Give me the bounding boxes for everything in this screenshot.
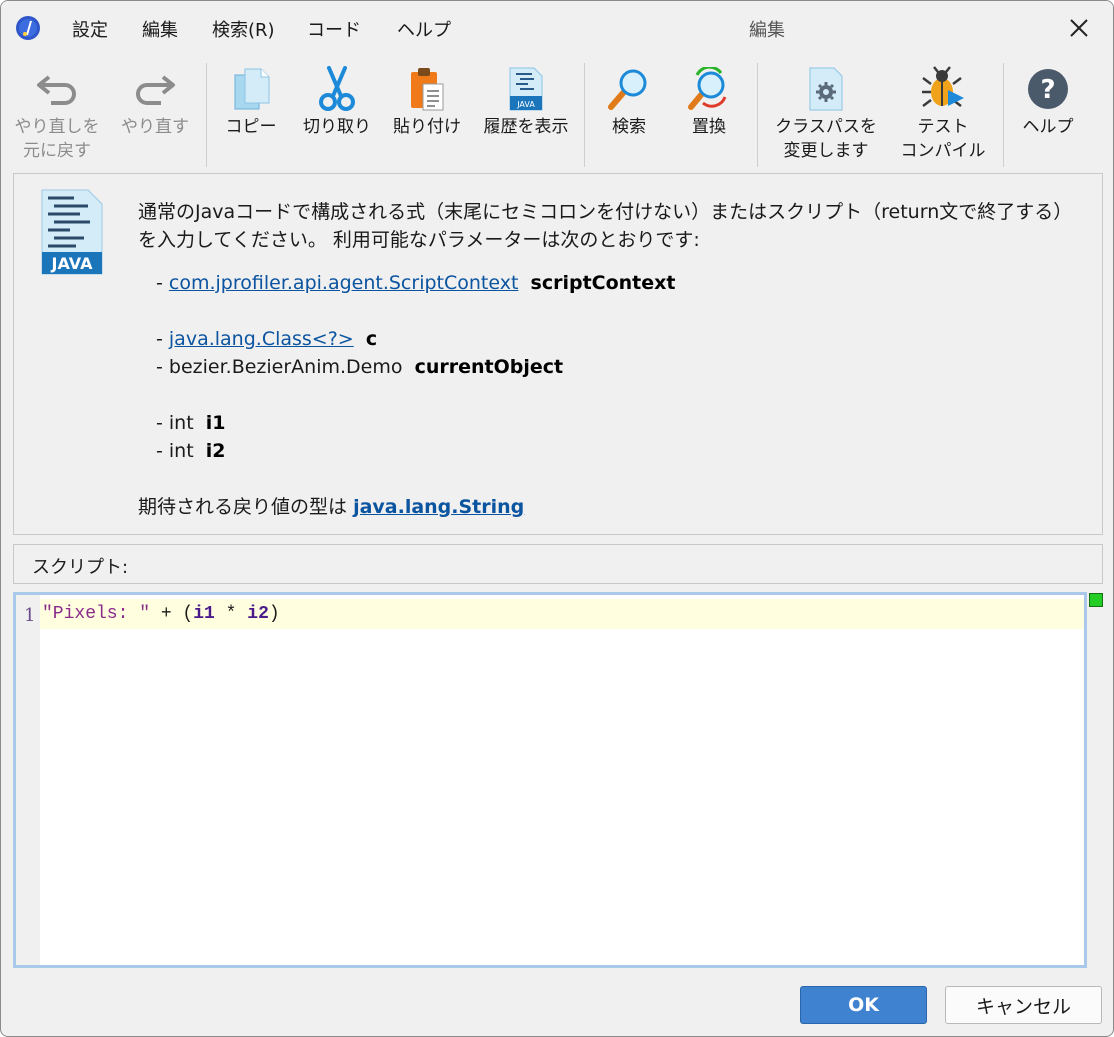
param-prefix: -: [156, 328, 169, 350]
test-compile-label: テスト コンパイル: [900, 117, 986, 161]
script-label-bar: スクリプト:: [13, 544, 1103, 584]
param-row: - int i1: [156, 409, 226, 437]
param-name: i1: [205, 412, 226, 434]
param-prefix: -: [156, 440, 169, 462]
search-icon: [603, 63, 655, 115]
clipboard-icon: [401, 63, 453, 115]
param-name: c: [365, 328, 378, 350]
java-history-icon: JAVA: [500, 63, 552, 115]
cancel-button[interactable]: キャンセル: [945, 986, 1102, 1024]
param-type: bezier.BezierAnim.Demo: [168, 356, 403, 378]
param-type: int: [168, 440, 194, 462]
script-label: スクリプト:: [32, 557, 129, 578]
scissors-icon: [311, 63, 363, 115]
toolbar-separator: [757, 63, 758, 167]
toolbar-separator: [1003, 63, 1004, 167]
java-logo-text: JAVA: [51, 254, 94, 273]
undo-icon: [31, 63, 83, 115]
line-number: 1: [24, 605, 36, 626]
param-prefix: -: [156, 272, 169, 294]
return-type-line: 期待される戻り値の型は java.lang.String: [138, 492, 524, 519]
menu-edit[interactable]: 編集: [142, 16, 178, 42]
menu-help[interactable]: ヘルプ: [397, 16, 451, 42]
svg-text:?: ?: [1040, 75, 1055, 105]
redo-label: やり直す: [121, 117, 189, 137]
description-panel: JAVA 通常のJavaコードで構成される式（末尾にセミコロンを付けない）または…: [13, 173, 1103, 535]
menu-code[interactable]: コード: [307, 16, 361, 42]
window-title: 編集: [749, 20, 785, 41]
param-prefix: -: [156, 412, 169, 434]
change-classpath-button[interactable]: クラスパスを 変更します: [767, 61, 885, 169]
close-button[interactable]: [1059, 11, 1099, 45]
undo-button[interactable]: やり直しを 元に戻す: [7, 61, 107, 169]
code-string: "Pixels: ": [42, 604, 151, 624]
code-operator: ): [268, 604, 280, 624]
replace-label: 置換: [692, 117, 726, 137]
help-label: ヘルプ: [1022, 117, 1074, 137]
param-type: int: [168, 412, 194, 434]
cut-button[interactable]: 切り取り: [297, 61, 377, 169]
return-type-link[interactable]: java.lang.String: [353, 496, 524, 518]
param-row: - int i2: [156, 437, 226, 465]
classpath-gear-icon: [800, 63, 852, 115]
code-operator: + (: [150, 604, 194, 624]
redo-icon: [129, 63, 181, 115]
copy-label: コピー: [225, 117, 277, 137]
find-label: 検索: [612, 117, 646, 137]
param-name: scriptContext: [530, 272, 676, 294]
help-button[interactable]: ? ヘルプ: [1011, 61, 1085, 169]
close-icon: [1070, 19, 1088, 37]
show-history-button[interactable]: JAVA 履歴を表示: [475, 61, 577, 169]
bug-icon: [917, 63, 969, 115]
code-editor[interactable]: 1 "Pixels: " + (i1 * i2): [13, 592, 1087, 968]
menu-search[interactable]: 検索(R): [212, 16, 275, 42]
app-logo-icon: [16, 16, 40, 40]
copy-icon: [225, 63, 277, 115]
param-row: - com.jprofiler.api.agent.ScriptContext …: [156, 269, 675, 297]
param-type-link[interactable]: java.lang.Class<?>: [169, 328, 354, 350]
ok-button[interactable]: OK: [800, 986, 927, 1024]
param-type-link[interactable]: com.jprofiler.api.agent.ScriptContext: [169, 272, 519, 294]
help-icon: ?: [1022, 63, 1074, 115]
replace-icon: [683, 63, 735, 115]
paste-label: 貼り付け: [393, 117, 461, 137]
code-variable: i2: [247, 604, 269, 624]
param-row: - java.lang.Class<?> c: [156, 325, 377, 353]
toolbar-separator: [206, 63, 207, 167]
menu-settings[interactable]: 設定: [72, 16, 108, 42]
replace-button[interactable]: 置換: [673, 61, 745, 169]
test-compile-button[interactable]: テスト コンパイル: [891, 61, 995, 169]
paste-button[interactable]: 貼り付け: [387, 61, 467, 169]
code-variable: i1: [193, 604, 215, 624]
undo-label: やり直しを 元に戻す: [14, 117, 100, 161]
compile-status-indicator: [1089, 593, 1103, 607]
toolbar-separator: [584, 63, 585, 167]
param-prefix: -: [156, 356, 169, 378]
redo-button[interactable]: やり直す: [109, 61, 201, 169]
param-row: - bezier.BezierAnim.Demo currentObject: [156, 353, 563, 381]
java-file-icon: JAVA: [41, 189, 103, 275]
change-classpath-label: クラスパスを 変更します: [775, 117, 877, 161]
toolbar: やり直しを 元に戻す やり直す コピー 切り取り 貼り付け JAVA 履歴を表示…: [1, 55, 1113, 173]
param-name: currentObject: [414, 356, 564, 378]
copy-button[interactable]: コピー: [215, 61, 287, 169]
cut-label: 切り取り: [303, 117, 371, 137]
code-line[interactable]: "Pixels: " + (i1 * i2): [42, 604, 280, 624]
code-operator: *: [214, 604, 248, 624]
edit-dialog: 設定 編集 検索(R) コード ヘルプ 編集 やり直しを 元に戻す やり直す コ…: [0, 0, 1114, 1037]
title-bar: 設定 編集 検索(R) コード ヘルプ 編集: [1, 1, 1113, 55]
param-name: i2: [205, 440, 226, 462]
line-number-gutter: [16, 595, 40, 965]
find-button[interactable]: 検索: [593, 61, 665, 169]
description-intro: 通常のJavaコードで構成される式（末尾にセミコロンを付けない）またはスクリプト…: [138, 201, 1073, 251]
return-type-label: 期待される戻り値の型は: [138, 496, 348, 518]
svg-text:JAVA: JAVA: [516, 100, 535, 109]
show-history-label: 履歴を表示: [483, 117, 569, 137]
